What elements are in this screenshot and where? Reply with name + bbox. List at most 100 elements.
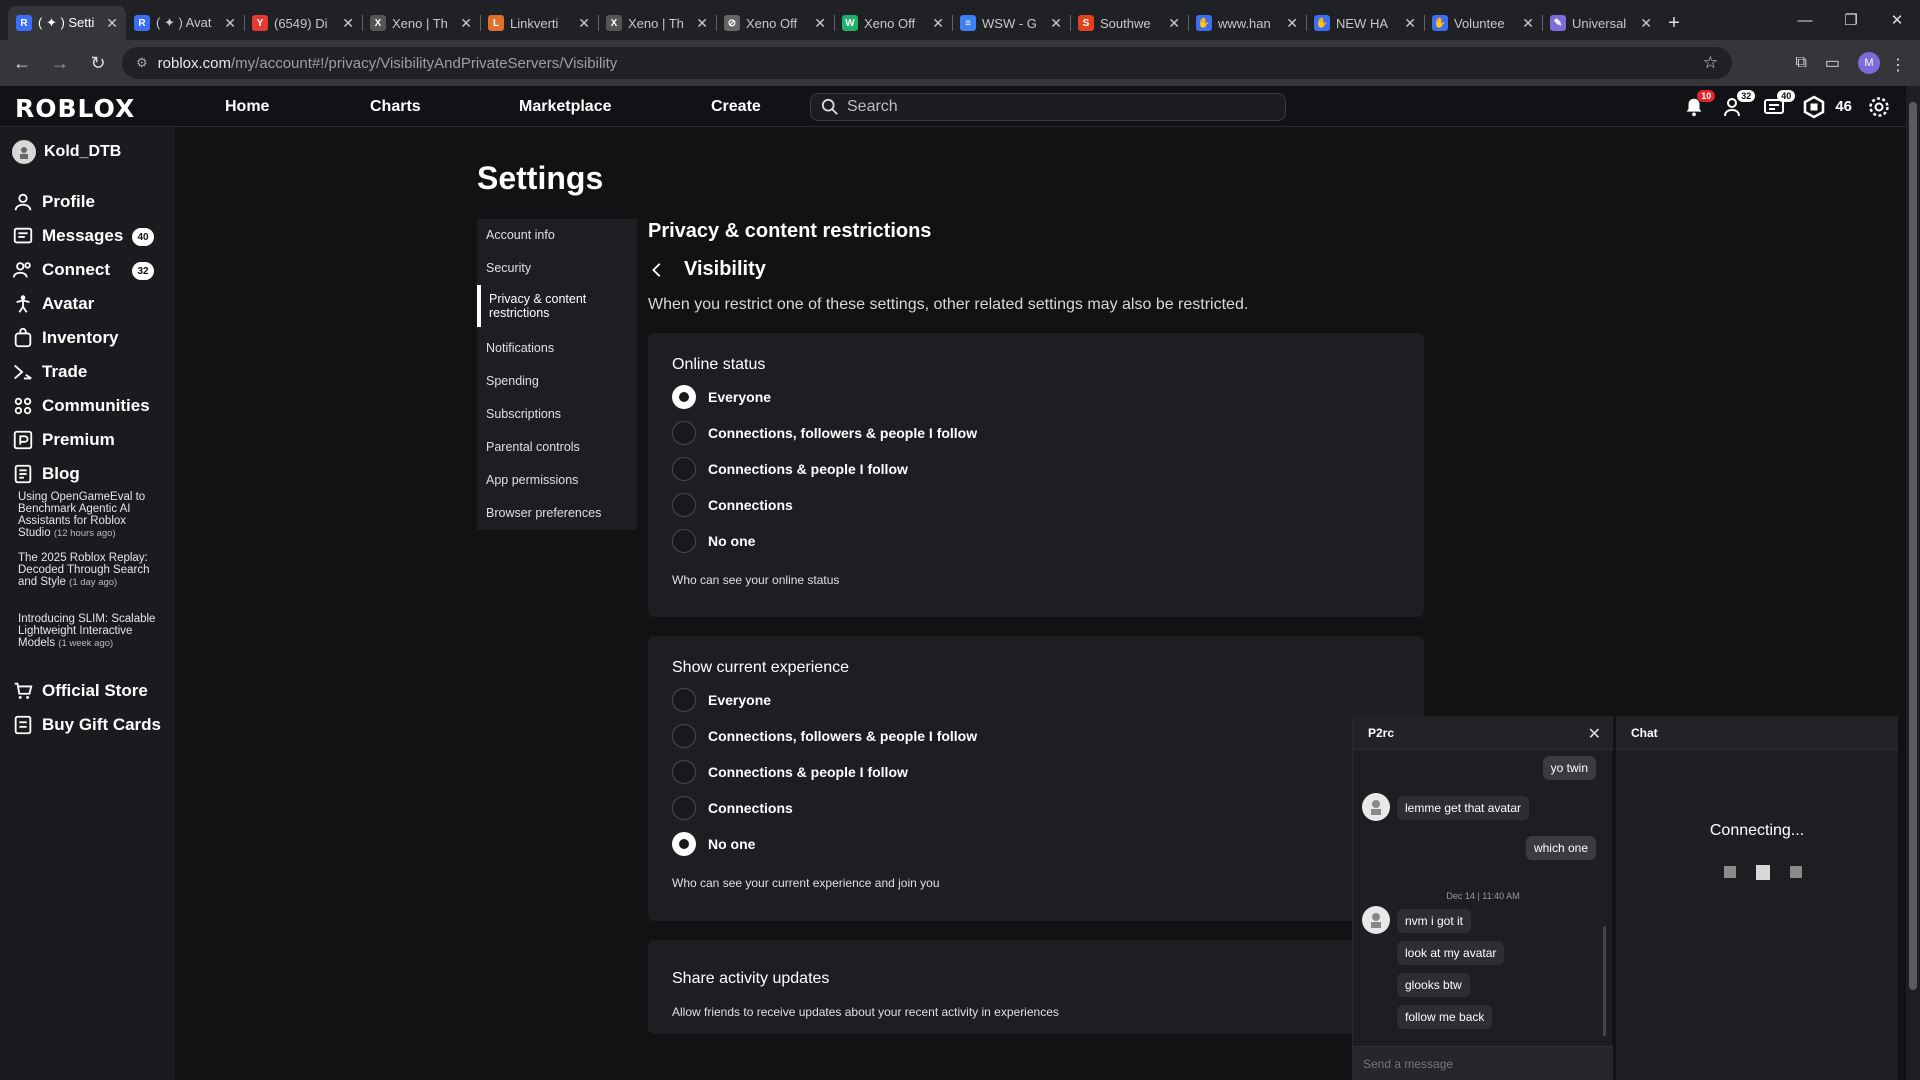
tab-close-icon[interactable]: ✕ [1050,15,1062,32]
tab-close-icon[interactable]: ✕ [696,15,708,32]
nav-marketplace[interactable]: Marketplace [519,86,612,127]
notifications-bell-icon[interactable]: 10 [1681,89,1716,120]
browser-tab[interactable]: L Linkverti ✕ [480,6,598,40]
browser-tab[interactable]: X Xeno | Th ✕ [598,6,716,40]
sidebar-item-communities[interactable]: Communities [12,394,150,418]
back-chevron-icon[interactable] [648,261,666,279]
experience-option[interactable]: Connections, followers & people I follow [672,724,977,748]
browser-tab[interactable]: Y (6549) Di ✕ [244,6,362,40]
radio-button[interactable] [672,760,696,784]
settings-nav-notifications[interactable]: Notifications [477,341,637,355]
radio-button[interactable] [672,493,696,517]
contact-avatar[interactable] [1362,906,1390,934]
nav-create[interactable]: Create [711,86,761,127]
sidebar-item-profile[interactable]: Profile [12,190,95,214]
radio-button[interactable] [672,832,696,856]
tab-close-icon[interactable]: ✕ [814,15,826,32]
page-scrollbar[interactable] [1906,86,1920,1080]
radio-button[interactable] [672,385,696,409]
online-option[interactable]: Connections, followers & people I follow [672,421,977,445]
settings-nav-security[interactable]: Security [477,261,637,275]
settings-nav-parental-controls[interactable]: Parental controls [477,440,637,454]
chat-scrollbar[interactable] [1603,926,1606,1036]
experience-option[interactable]: Connections & people I follow [672,760,908,784]
nav-charts[interactable]: Charts [370,86,421,127]
roblox-logo[interactable]: ROBLOX [15,94,135,123]
blog-post-link[interactable]: Using OpenGameEval to Benchmark Agentic … [18,491,158,540]
tab-close-icon[interactable]: ✕ [932,15,944,32]
online-option[interactable]: Connections [672,493,793,517]
browser-tab[interactable]: ≡ WSW - G ✕ [952,6,1070,40]
tab-close-icon[interactable]: ✕ [1168,15,1180,32]
radio-button[interactable] [672,421,696,445]
browser-tab[interactable]: X Xeno | Th ✕ [362,6,480,40]
browser-tab[interactable]: ✋ www.han ✕ [1188,6,1306,40]
radio-button[interactable] [672,529,696,553]
chat-panel-header[interactable]: Chat [1616,716,1898,750]
messages-icon[interactable]: 40 [1761,89,1796,120]
browser-tab[interactable]: R ( ✦ ) Setti ✕ [8,6,126,40]
tab-close-icon[interactable]: ✕ [106,15,118,32]
blog-post-link[interactable]: Introducing SLIM: Scalable Lightweight I… [18,613,158,650]
browser-menu-icon[interactable]: ⋮ [1890,55,1906,75]
robux-balance[interactable]: 46 [1835,98,1852,115]
settings-nav-spending[interactable]: Spending [477,374,637,388]
settings-nav-subscriptions[interactable]: Subscriptions [477,407,637,421]
sidebar-item-avatar[interactable]: Avatar [12,292,94,316]
settings-nav-account-info[interactable]: Account info [477,228,637,242]
browser-tab[interactable]: W Xeno Off ✕ [834,6,952,40]
site-info-icon[interactable]: ⚙ [136,55,148,71]
experience-option[interactable]: Connections [672,796,793,820]
browser-tab[interactable]: ✋ Voluntee ✕ [1424,6,1542,40]
forward-icon[interactable]: → [44,47,76,79]
settings-gear-icon[interactable] [1866,94,1892,120]
minimize-icon[interactable]: — [1782,0,1828,40]
blog-post-link[interactable]: The 2025 Roblox Replay: Decoded Through … [18,552,158,589]
tab-close-icon[interactable]: ✕ [578,15,590,32]
tab-close-icon[interactable]: ✕ [1522,15,1534,32]
tab-close-icon[interactable]: ✕ [1286,15,1298,32]
robux-icon[interactable] [1801,94,1827,120]
experience-option[interactable]: No one [672,832,755,856]
radio-button[interactable] [672,457,696,481]
experience-option[interactable]: Everyone [672,688,771,712]
online-option[interactable]: Connections & people I follow [672,457,908,481]
bookmark-star-icon[interactable]: ☆ [1703,53,1718,73]
restore-icon[interactable]: ❐ [1828,0,1874,40]
sidebar-user[interactable]: Kold_DTB [12,140,121,164]
sidebar-item-trade[interactable]: Trade [12,360,87,384]
sidebar-item-messages[interactable]: Messages [12,224,123,248]
close-icon[interactable]: ✕ [1588,724,1601,744]
sidebar-item-gift-cards[interactable]: Buy Gift Cards [12,713,161,737]
friends-icon[interactable]: 32 [1721,89,1756,120]
scrollbar-thumb[interactable] [1909,102,1917,990]
sidebar-item-inventory[interactable]: Inventory [12,326,119,350]
radio-button[interactable] [672,724,696,748]
address-bar[interactable]: ⚙ roblox.com/my/account#!/privacy/Visibi… [122,47,1732,79]
browser-tab[interactable]: S Southwe ✕ [1070,6,1188,40]
radio-button[interactable] [672,796,696,820]
sidebar-item-premium[interactable]: Premium [12,428,115,452]
sidebar-item-official-store[interactable]: Official Store [12,679,148,703]
browser-tab[interactable]: ⊘ Xeno Off ✕ [716,6,834,40]
online-option[interactable]: Everyone [672,385,771,409]
settings-nav-privacy-content-restrictions[interactable]: Privacy & content restrictions [477,285,637,327]
sidepanel-icon[interactable]: ▭ [1825,53,1840,73]
sidebar-item-blog[interactable]: Blog [12,462,80,486]
contact-avatar[interactable] [1362,793,1390,821]
tab-close-icon[interactable]: ✕ [1640,15,1652,32]
tab-close-icon[interactable]: ✕ [460,15,472,32]
search-input[interactable]: Search [810,93,1286,121]
back-icon[interactable]: ← [6,47,38,79]
tab-close-icon[interactable]: ✕ [1404,15,1416,32]
reload-icon[interactable]: ↻ [82,47,114,79]
tab-close-icon[interactable]: ✕ [342,15,354,32]
browser-tab[interactable]: ✋ NEW HA ✕ [1306,6,1424,40]
chat-message-input[interactable]: Send a message [1353,1046,1613,1080]
tab-close-icon[interactable]: ✕ [224,15,236,32]
online-option[interactable]: No one [672,529,755,553]
conversation-contact-name[interactable]: P2rc [1368,726,1394,740]
settings-nav-app-permissions[interactable]: App permissions [477,473,637,487]
new-tab-icon[interactable]: + [1660,6,1688,40]
nav-home[interactable]: Home [225,86,269,127]
